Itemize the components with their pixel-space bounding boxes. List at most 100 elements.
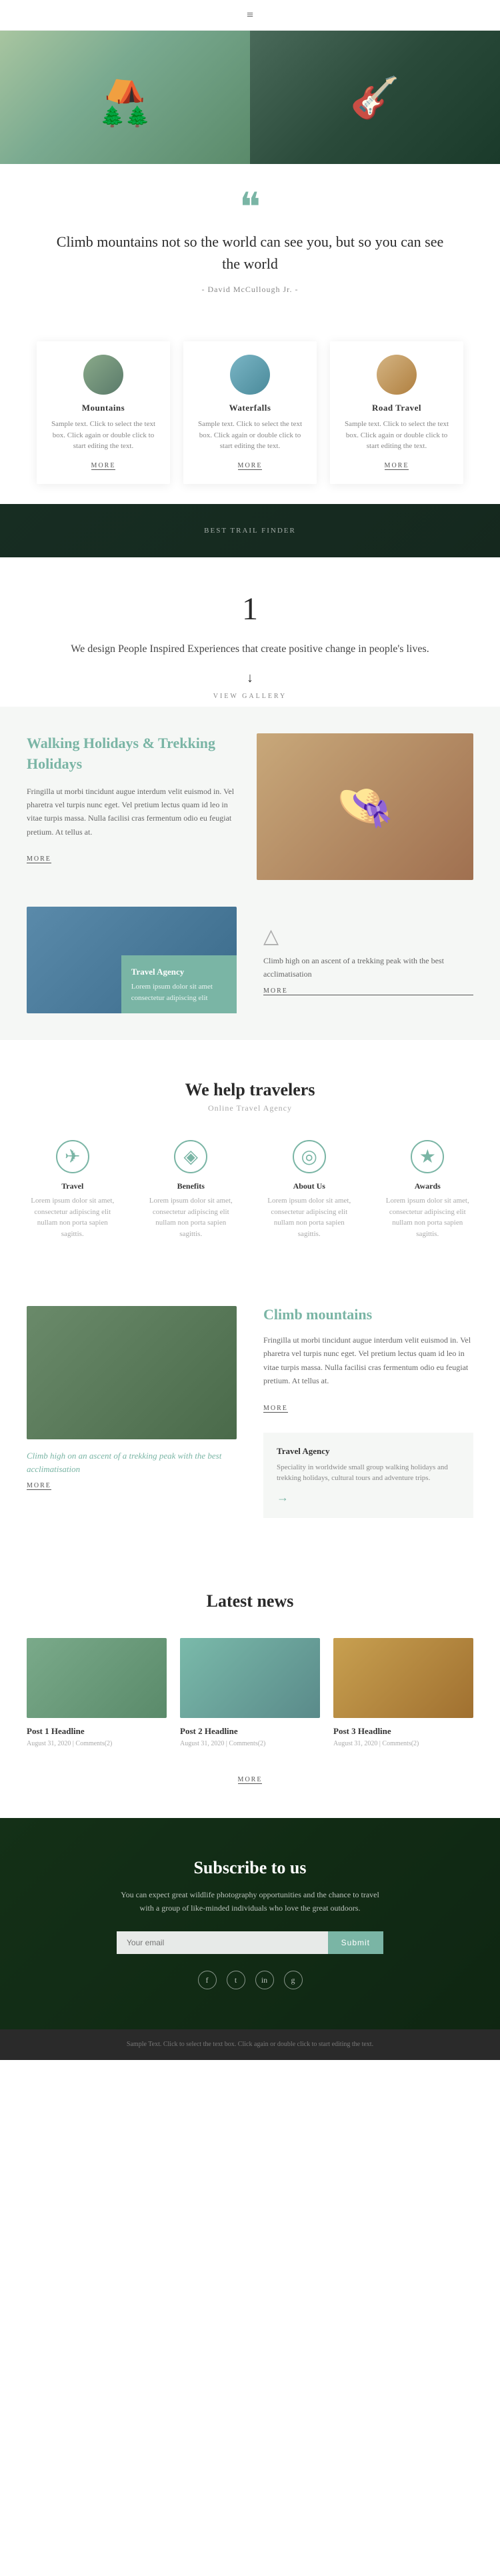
news-photo-3 bbox=[333, 1638, 473, 1718]
sub-overlay-text: Lorem ipsum dolor sit amet consectetur a… bbox=[131, 981, 227, 1003]
news-photo-1 bbox=[27, 1638, 167, 1718]
help-item-benefits: ◈ Benefits Lorem ipsum dolor sit amet, c… bbox=[145, 1140, 237, 1239]
news-meta-3: August 31, 2020 | Comments(2) bbox=[333, 1740, 473, 1747]
mountain-icon: △ bbox=[263, 925, 473, 948]
news-card-3: Post 3 Headline August 31, 2020 | Commen… bbox=[333, 1638, 473, 1753]
footer-text: Sample Text. Click to select the text bo… bbox=[27, 2039, 473, 2050]
sub-left: Travel Agency Lorem ipsum dolor sit amet… bbox=[27, 907, 237, 1013]
help-item-travel: ✈ Travel Lorem ipsum dolor sit amet, con… bbox=[27, 1140, 119, 1239]
agency-arrow-icon[interactable]: → bbox=[277, 1491, 289, 1504]
footer: Sample Text. Click to select the text bo… bbox=[0, 2029, 500, 2060]
news-card-2: Post 2 Headline August 31, 2020 | Commen… bbox=[180, 1638, 320, 1753]
news-meta-2: August 31, 2020 | Comments(2) bbox=[180, 1740, 320, 1747]
hero-image-right: 🎸 bbox=[250, 31, 500, 164]
news-card-1: Post 1 Headline August 31, 2020 | Commen… bbox=[27, 1638, 167, 1753]
climb-more-left[interactable]: MORE bbox=[27, 1482, 51, 1490]
news-headline-3: Post 3 Headline bbox=[333, 1726, 473, 1737]
trekking-photo: 👒 bbox=[257, 733, 473, 880]
awards-icon: ★ bbox=[411, 1140, 444, 1173]
agency-text: Speciality in worldwide small group walk… bbox=[277, 1462, 460, 1484]
trekking-section: Walking Holidays & Trekking Holidays Fri… bbox=[0, 707, 500, 907]
climb-right-more[interactable]: MORE bbox=[263, 1405, 288, 1413]
quote-section: ❝ Climb mountains not so the world can s… bbox=[0, 164, 500, 321]
hero-right: 🎸 bbox=[250, 31, 500, 164]
news-more-link[interactable]: MORE bbox=[238, 1776, 263, 1784]
card-avatar-waterfalls bbox=[230, 355, 270, 395]
help-title: We help travelers bbox=[27, 1080, 473, 1100]
view-gallery-link[interactable]: VIEW GALLERY bbox=[53, 693, 447, 700]
about-icon: ◎ bbox=[293, 1140, 326, 1173]
subscribe-section: Subscribe to us You can expect great wil… bbox=[0, 1818, 500, 2030]
card-avatar-road bbox=[377, 355, 417, 395]
subscribe-form: Submit bbox=[117, 1931, 383, 1954]
climb-right: Climb mountains Fringilla ut morbi tinci… bbox=[257, 1306, 473, 1518]
arrow-down-icon[interactable]: ↓ bbox=[53, 671, 447, 686]
trekking-right: 👒 bbox=[257, 733, 473, 880]
trekking-more-link[interactable]: MORE bbox=[27, 855, 51, 863]
trekking-text: Fringilla ut morbi tincidunt augue inter… bbox=[27, 785, 243, 839]
help-text-benefits: Lorem ipsum dolor sit amet, consectetur … bbox=[145, 1195, 237, 1239]
social-linkedin-icon[interactable]: in bbox=[255, 1971, 274, 1989]
hero-image-left: ⛺ 🌲🌲 bbox=[0, 31, 250, 164]
sub-right-more-link[interactable]: MORE bbox=[263, 987, 473, 995]
header: ≡ bbox=[0, 0, 500, 31]
help-item-about: ◎ About Us Lorem ipsum dolor sit amet, c… bbox=[263, 1140, 355, 1239]
help-section: We help travelers Online Travel Agency ✈… bbox=[0, 1040, 500, 1266]
banner-text: BEST TRAIL FINDER bbox=[204, 527, 296, 535]
card-avatar-mountains bbox=[83, 355, 123, 395]
help-text-awards: Lorem ipsum dolor sit amet, consectetur … bbox=[382, 1195, 474, 1239]
subscribe-title: Subscribe to us bbox=[193, 1858, 306, 1878]
card-more-road[interactable]: MORE bbox=[385, 462, 409, 470]
climb-section: Climb high on an ascent of a trekking pe… bbox=[0, 1266, 500, 1558]
number-section: 1 We design People Inspired Experiences … bbox=[0, 557, 500, 707]
sub-right: △ Climb high on an ascent of a trekking … bbox=[250, 907, 473, 1013]
cards-section: Mountains Sample text. Click to select t… bbox=[0, 321, 500, 504]
quote-text: Climb mountains not so the world can see… bbox=[53, 231, 447, 275]
travel-agency-box: Travel Agency Speciality in worldwide sm… bbox=[263, 1433, 473, 1518]
climb-right-title: Climb mountains bbox=[263, 1306, 473, 1323]
sub-trekking-section: Travel Agency Lorem ipsum dolor sit amet… bbox=[0, 907, 500, 1040]
agency-title: Travel Agency bbox=[277, 1446, 460, 1457]
sub-overlay-title: Travel Agency bbox=[131, 965, 227, 979]
hamburger-menu[interactable]: ≡ bbox=[247, 8, 253, 21]
social-icons: f t in g bbox=[198, 1971, 303, 1989]
card-more-mountains[interactable]: MORE bbox=[91, 462, 116, 470]
hero-section: ⛺ 🌲🌲 🎸 bbox=[0, 31, 500, 164]
card-mountains: Mountains Sample text. Click to select t… bbox=[37, 341, 170, 484]
benefits-icon: ◈ bbox=[174, 1140, 207, 1173]
news-grid: Post 1 Headline August 31, 2020 | Commen… bbox=[27, 1638, 473, 1753]
social-google-icon[interactable]: g bbox=[284, 1971, 303, 1989]
tagline: We design People Inspired Experiences th… bbox=[53, 641, 447, 658]
card-title-mountains: Mountains bbox=[47, 403, 160, 413]
card-text-road: Sample text. Click to select the text bo… bbox=[340, 419, 453, 452]
help-label-awards: Awards bbox=[382, 1181, 474, 1191]
climb-caption: Climb high on an ascent of a trekking pe… bbox=[27, 1449, 237, 1475]
sub-right-text: Climb high on an ascent of a trekking pe… bbox=[263, 955, 473, 980]
news-title: Latest news bbox=[27, 1591, 473, 1611]
help-subtitle: Online Travel Agency bbox=[27, 1103, 473, 1113]
card-more-waterfalls[interactable]: MORE bbox=[238, 462, 263, 470]
help-icons: ✈ Travel Lorem ipsum dolor sit amet, con… bbox=[27, 1140, 473, 1239]
news-section: Latest news Post 1 Headline August 31, 2… bbox=[0, 1558, 500, 1818]
quote-mark: ❝ bbox=[53, 197, 447, 217]
help-item-awards: ★ Awards Lorem ipsum dolor sit amet, con… bbox=[382, 1140, 474, 1239]
climb-photo bbox=[27, 1306, 237, 1439]
subscribe-text: You can expect great wildlife photograph… bbox=[117, 1888, 383, 1915]
news-headline-1: Post 1 Headline bbox=[27, 1726, 167, 1737]
news-photo-2 bbox=[180, 1638, 320, 1718]
subscribe-submit-button[interactable]: Submit bbox=[328, 1931, 383, 1954]
card-road-travel: Road Travel Sample text. Click to select… bbox=[330, 341, 463, 484]
hero-left: ⛺ 🌲🌲 bbox=[0, 31, 250, 164]
social-facebook-icon[interactable]: f bbox=[198, 1971, 217, 1989]
news-meta-1: August 31, 2020 | Comments(2) bbox=[27, 1740, 167, 1747]
social-twitter-icon[interactable]: t bbox=[227, 1971, 245, 1989]
help-text-about: Lorem ipsum dolor sit amet, consectetur … bbox=[263, 1195, 355, 1239]
travel-icon: ✈ bbox=[56, 1140, 89, 1173]
subscribe-email-input[interactable] bbox=[117, 1931, 328, 1954]
card-waterfalls: Waterfalls Sample text. Click to select … bbox=[183, 341, 317, 484]
card-title-waterfalls: Waterfalls bbox=[193, 403, 307, 413]
big-number: 1 bbox=[53, 591, 447, 627]
dark-banner: BEST TRAIL FINDER bbox=[0, 504, 500, 557]
card-title-road: Road Travel bbox=[340, 403, 453, 413]
help-label-benefits: Benefits bbox=[145, 1181, 237, 1191]
